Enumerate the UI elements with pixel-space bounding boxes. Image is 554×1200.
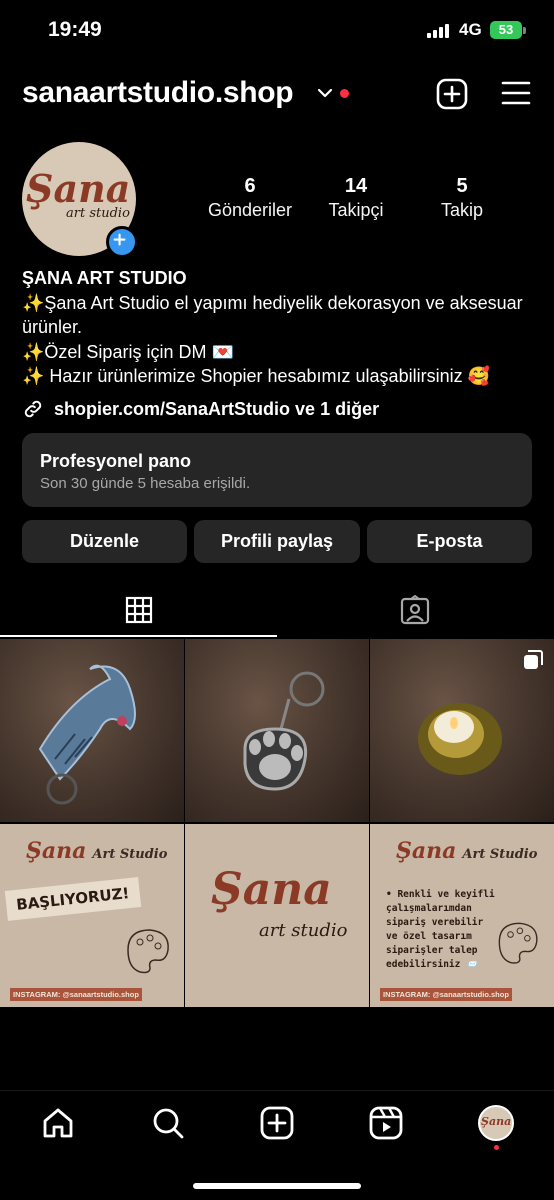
posts-count-label: Gönderiler [207, 200, 293, 220]
tagged-icon [400, 595, 430, 625]
profile-link-text[interactable]: shopier.com/SanaArtStudio ve 1 diğer [54, 399, 379, 420]
posts-count-value: 6 [244, 175, 256, 197]
battery-tip [523, 27, 526, 34]
menu-icon[interactable] [501, 80, 531, 106]
following-count-value: 5 [456, 175, 468, 197]
posts-count[interactable]: 6 Gönderiler [190, 174, 310, 222]
bio-line-3: ✨ Hazır ürünlerimize Shopier hesabımız u… [22, 366, 490, 386]
post-mermaid-keychain[interactable] [0, 639, 184, 822]
avatar-logo-text: Şana [26, 166, 131, 211]
paw-keychain-image [243, 671, 325, 791]
home-icon[interactable] [40, 1105, 76, 1141]
home-indicator [193, 1183, 361, 1189]
starting-banner: BAŞLIYORUZ! [4, 877, 141, 921]
post-candle[interactable] [370, 639, 554, 822]
post-logo-card[interactable]: Şana art studio [185, 824, 369, 1007]
followers-count[interactable]: 14 Takipçi [296, 174, 416, 222]
following-count[interactable]: 5 Takip [402, 174, 522, 222]
notification-dot [340, 89, 349, 98]
card-brand-sub: Art Studio [92, 847, 168, 862]
add-story-icon[interactable] [106, 226, 138, 258]
bio-line-2: ✨Özel Sipariş için DM 💌 [22, 341, 234, 362]
card-big-logo-sub: art studio [259, 920, 348, 941]
reels-icon[interactable] [368, 1105, 404, 1141]
create-post-icon[interactable] [259, 1105, 295, 1141]
palette-icon [127, 929, 169, 974]
profile-stats: 6 Gönderiler 14 Takipçi 5 Takip [190, 174, 530, 226]
avatar-logo-sub: art studio [66, 206, 130, 221]
dashboard-title: Profesyonel pano [40, 451, 192, 471]
tab-posts-grid[interactable] [0, 585, 277, 637]
card-brand: Şana Art Studio [396, 838, 537, 864]
status-bar: 19:49 4G 53 [0, 0, 554, 62]
card-brand-name: Şana [26, 838, 87, 864]
edit-profile-button[interactable]: Düzenle [22, 520, 187, 563]
status-time: 19:49 [48, 18, 102, 41]
mermaid-tail-keychain-image [38, 664, 136, 805]
post-info-card[interactable]: Şana Art Studio • Renkli ve keyifli çalış… [370, 824, 554, 1007]
professional-dashboard[interactable]: Profesyonel pano Son 30 günde 5 hesaba e… [22, 433, 532, 507]
grid-icon [125, 596, 153, 624]
chevron-down-icon[interactable] [316, 86, 334, 100]
card-instagram-handle: INSTAGRAM: @sanaartstudio.shop [10, 988, 142, 1001]
profile-nav-avatar[interactable]: Şana [478, 1105, 514, 1141]
tab-tagged[interactable] [277, 585, 554, 637]
bio-line-1: ✨Şana Art Studio el yapımı hediyelik dek… [22, 292, 523, 338]
card-brand-sub: Art Studio [462, 847, 538, 862]
notification-dot [494, 1145, 499, 1150]
nav-avatar-logo: Şana [481, 1115, 512, 1128]
posts-grid: Şana Art Studio BAŞLIYORUZ! INSTAGRAM: @s… [0, 639, 554, 1008]
card-brand-name: Şana [396, 838, 457, 864]
palette-icon [498, 922, 538, 964]
battery-icon: 53 [490, 21, 522, 39]
card-info-text: • Renkli ve keyifli çalışmalarımdan sipa… [386, 889, 495, 970]
link-icon [24, 400, 42, 418]
profile-bio: ŞANA ART STUDIO ✨Şana Art Studio el yapı… [22, 266, 542, 389]
card-brand: Şana Art Studio [26, 838, 167, 864]
account-switcher[interactable]: sanaartstudio.shop [22, 76, 294, 110]
followers-count-label: Takipçi [328, 200, 384, 220]
followers-count-value: 14 [344, 175, 368, 197]
network-type: 4G [459, 20, 482, 39]
profile-header: sanaartstudio.shop [0, 66, 554, 122]
signal-icon [427, 24, 451, 38]
profile-avatar[interactable]: Şana art studio [22, 142, 138, 258]
search-icon[interactable] [150, 1105, 186, 1141]
following-count-label: Takip [440, 200, 484, 220]
post-paw-keychain[interactable] [185, 639, 369, 822]
dashboard-subtitle: Son 30 günde 5 hesaba erişildi. [40, 475, 251, 492]
post-starting-card[interactable]: Şana Art Studio BAŞLIYORUZ! INSTAGRAM: @s… [0, 824, 184, 1007]
profile-name: ŞANA ART STUDIO [22, 268, 187, 288]
email-button[interactable]: E-posta [367, 520, 532, 563]
card-instagram-handle: INSTAGRAM: @sanaartstudio.shop [380, 988, 512, 1001]
carousel-icon [524, 650, 543, 669]
share-profile-button[interactable]: Profili paylaş [194, 520, 360, 563]
profile-link[interactable]: shopier.com/SanaArtStudio ve 1 diğer [22, 396, 379, 422]
profile-tabs [0, 585, 554, 639]
create-icon[interactable] [436, 78, 468, 110]
card-big-logo: Şana [211, 864, 332, 915]
